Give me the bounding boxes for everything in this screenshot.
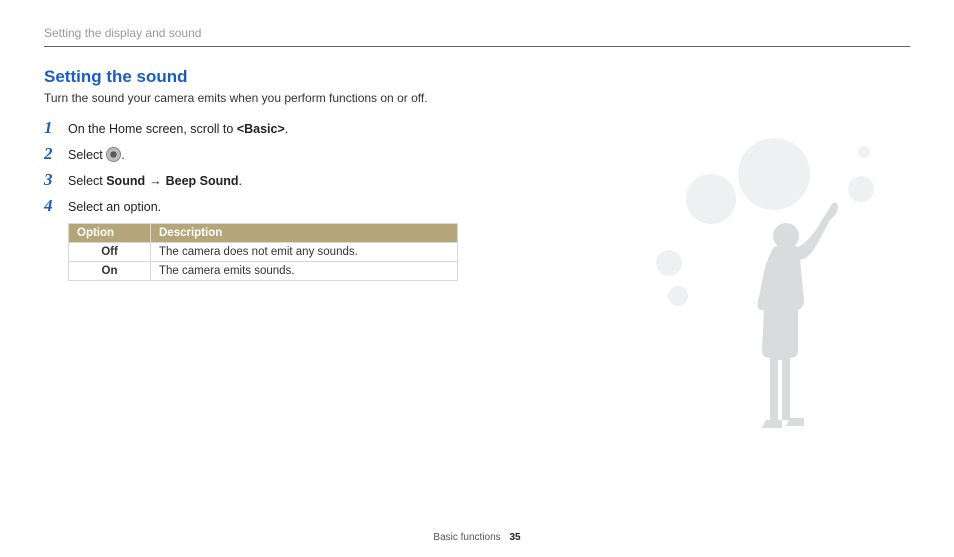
step-2-post: . [121, 148, 124, 162]
step-1-post: . [285, 122, 288, 136]
step-3-bold2: Beep Sound [166, 174, 239, 188]
options-table: Option Description Off The camera does n… [68, 223, 458, 281]
step-3: Select Sound → Beep Sound. [68, 171, 910, 191]
step-1: On the Home screen, scroll to <Basic>. [68, 119, 910, 139]
step-1-bold: <Basic> [237, 122, 285, 136]
step-4: Select an option. [68, 197, 910, 217]
header-rule [44, 46, 910, 47]
section-title: Setting the sound [44, 67, 910, 87]
bubble-icon [656, 250, 682, 276]
running-header: Setting the display and sound [44, 26, 910, 40]
step-number: 4 [44, 197, 62, 215]
table-row: Off The camera does not emit any sounds. [69, 243, 458, 262]
step-1-pre: On the Home screen, scroll to [68, 122, 237, 136]
bubble-icon [668, 286, 688, 306]
table-header-option: Option [69, 224, 151, 243]
step-number: 1 [44, 119, 62, 137]
table-row: On The camera emits sounds. [69, 262, 458, 281]
option-name: On [69, 262, 151, 281]
settings-icon [106, 147, 121, 162]
step-list: 1 On the Home screen, scroll to <Basic>.… [44, 119, 910, 217]
page-number: 35 [509, 532, 520, 543]
person-icon [726, 190, 846, 430]
option-desc: The camera emits sounds. [151, 262, 458, 281]
step-2: Select . [68, 145, 910, 165]
arrow-icon: → [149, 174, 162, 188]
footer-section: Basic functions [433, 532, 500, 543]
page-footer: Basic functions 35 [0, 532, 954, 543]
step-2-pre: Select [68, 148, 106, 162]
step-number: 3 [44, 171, 62, 189]
table-header-description: Description [151, 224, 458, 243]
intro-text: Turn the sound your camera emits when yo… [44, 91, 910, 105]
step-3-bold1: Sound [106, 174, 145, 188]
step-3-post: . [239, 174, 242, 188]
option-name: Off [69, 243, 151, 262]
option-desc: The camera does not emit any sounds. [151, 243, 458, 262]
step-number: 2 [44, 145, 62, 163]
step-3-pre: Select [68, 174, 106, 188]
